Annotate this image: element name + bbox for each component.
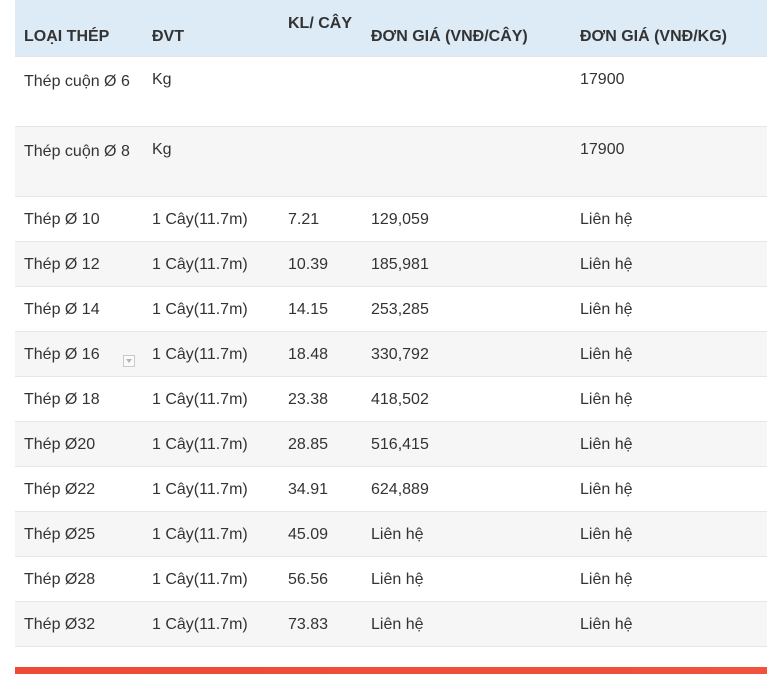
accent-bar [15,667,767,674]
cell-type: Thép cuộn Ø 6 [15,56,143,127]
cell-price-per-kg: Liên hệ [571,511,767,557]
cell-unit: 1 Cây(11.7m) [143,331,279,377]
table-row: Thép cuộn Ø 8 Kg 17900 [15,126,767,197]
cell-type: Thép Ø 12 [15,241,143,287]
cell-type: Thép Ø28 [15,556,143,602]
steel-price-table: LOẠI THÉP ĐVT KL/ CÂY ĐƠN GIÁ (VNĐ/CÂY) … [15,0,767,647]
table-row: Thép Ø22 1 Cây(11.7m) 34.91 624,889 Liên hệ [15,466,767,512]
cell-weight [279,56,362,127]
cell-unit: Kg [143,126,279,197]
cell-type: Thép Ø 16 [15,331,143,377]
cell-unit: Kg [143,56,279,127]
cell-weight: 7.21 [279,196,362,242]
cell-price-per-kg: Liên hệ [571,421,767,467]
chevron-down-icon[interactable] [123,355,135,367]
cell-weight: 45.09 [279,511,362,557]
cell-price-per-bar [362,56,571,127]
table-header: LOẠI THÉP ĐVT KL/ CÂY ĐƠN GIÁ (VNĐ/CÂY) … [15,0,767,57]
cell-price-per-bar: 624,889 [362,466,571,512]
header-price-per-kg: ĐƠN GIÁ (VNĐ/KG) [571,0,767,57]
cell-unit: 1 Cây(11.7m) [143,286,279,332]
header-price-per-bar: ĐƠN GIÁ (VNĐ/CÂY) [362,0,571,57]
cell-weight: 10.39 [279,241,362,287]
cell-unit: 1 Cây(11.7m) [143,556,279,602]
cell-unit: 1 Cây(11.7m) [143,196,279,242]
table-row: Thép Ø25 1 Cây(11.7m) 45.09 Liên hệ Liên hệ [15,511,767,557]
table-row: Thép Ø 16 1 Cây(11.7m) 18.48 330,792 Liên hệ [15,331,767,377]
cell-price-per-kg: Liên hệ [571,556,767,602]
header-unit: ĐVT [143,0,279,57]
cell-type: Thép Ø 18 [15,376,143,422]
cell-type: Thép Ø 10 [15,196,143,242]
price-table-container: LOẠI THÉP ĐVT KL/ CÂY ĐƠN GIÁ (VNĐ/CÂY) … [15,0,767,647]
cell-price-per-bar: Liên hệ [362,601,571,647]
cell-price-per-kg: Liên hệ [571,466,767,512]
table-row: Thép Ø 10 1 Cây(11.7m) 7.21 129,059 Liên hệ [15,196,767,242]
table-row: Thép Ø 18 1 Cây(11.7m) 23.38 418,502 Liên hệ [15,376,767,422]
cell-type: Thép Ø22 [15,466,143,512]
cell-price-per-bar: 330,792 [362,331,571,377]
cell-price-per-kg: Liên hệ [571,601,767,647]
cell-weight: 56.56 [279,556,362,602]
table-row: Thép Ø28 1 Cây(11.7m) 56.56 Liên hệ Liên hệ [15,556,767,602]
cell-unit: 1 Cây(11.7m) [143,511,279,557]
cell-type: Thép Ø32 [15,601,143,647]
cell-price-per-kg: Liên hệ [571,376,767,422]
cell-type: Thép cuộn Ø 8 [15,126,143,197]
cell-unit: 1 Cây(11.7m) [143,421,279,467]
cell-price-per-bar: Liên hệ [362,556,571,602]
cell-price-per-kg: 17900 [571,56,767,127]
cell-price-per-kg: 17900 [571,126,767,197]
cell-price-per-kg: Liên hệ [571,196,767,242]
cell-price-per-bar: 418,502 [362,376,571,422]
cell-price-per-bar: 516,415 [362,421,571,467]
table-row: Thép Ø20 1 Cây(11.7m) 28.85 516,415 Liên hệ [15,421,767,467]
table-row: Thép Ø 12 1 Cây(11.7m) 10.39 185,981 Liên hệ [15,241,767,287]
cell-price-per-bar: 129,059 [362,196,571,242]
cell-price-per-bar: 185,981 [362,241,571,287]
cell-price-per-bar: 253,285 [362,286,571,332]
cell-price-per-bar: Liên hệ [362,511,571,557]
cell-weight: 34.91 [279,466,362,512]
cell-type: Thép Ø 14 [15,286,143,332]
cell-price-per-kg: Liên hệ [571,286,767,332]
table-row: Thép Ø 14 1 Cây(11.7m) 14.15 253,285 Liên hệ [15,286,767,332]
cell-price-per-bar [362,126,571,197]
table-row: Thép cuộn Ø 6 Kg 17900 [15,56,767,127]
cell-unit: 1 Cây(11.7m) [143,241,279,287]
cell-weight: 14.15 [279,286,362,332]
cell-weight [279,126,362,197]
header-row: LOẠI THÉP ĐVT KL/ CÂY ĐƠN GIÁ (VNĐ/CÂY) … [15,0,767,57]
cell-type: Thép Ø20 [15,421,143,467]
cell-unit: 1 Cây(11.7m) [143,466,279,512]
cell-weight: 28.85 [279,421,362,467]
cell-price-per-kg: Liên hệ [571,331,767,377]
header-weight: KL/ CÂY [279,0,362,57]
cell-type: Thép Ø25 [15,511,143,557]
header-type: LOẠI THÉP [15,0,143,57]
cell-unit: 1 Cây(11.7m) [143,601,279,647]
cell-weight: 23.38 [279,376,362,422]
table-body: Thép cuộn Ø 6 Kg 17900 Thép cuộn Ø 8 Kg 17900… [15,56,767,647]
cell-price-per-kg: Liên hệ [571,241,767,287]
table-row: Thép Ø32 1 Cây(11.7m) 73.83 Liên hệ Liên hệ [15,601,767,647]
cell-unit: 1 Cây(11.7m) [143,376,279,422]
cell-weight: 73.83 [279,601,362,647]
cell-weight: 18.48 [279,331,362,377]
